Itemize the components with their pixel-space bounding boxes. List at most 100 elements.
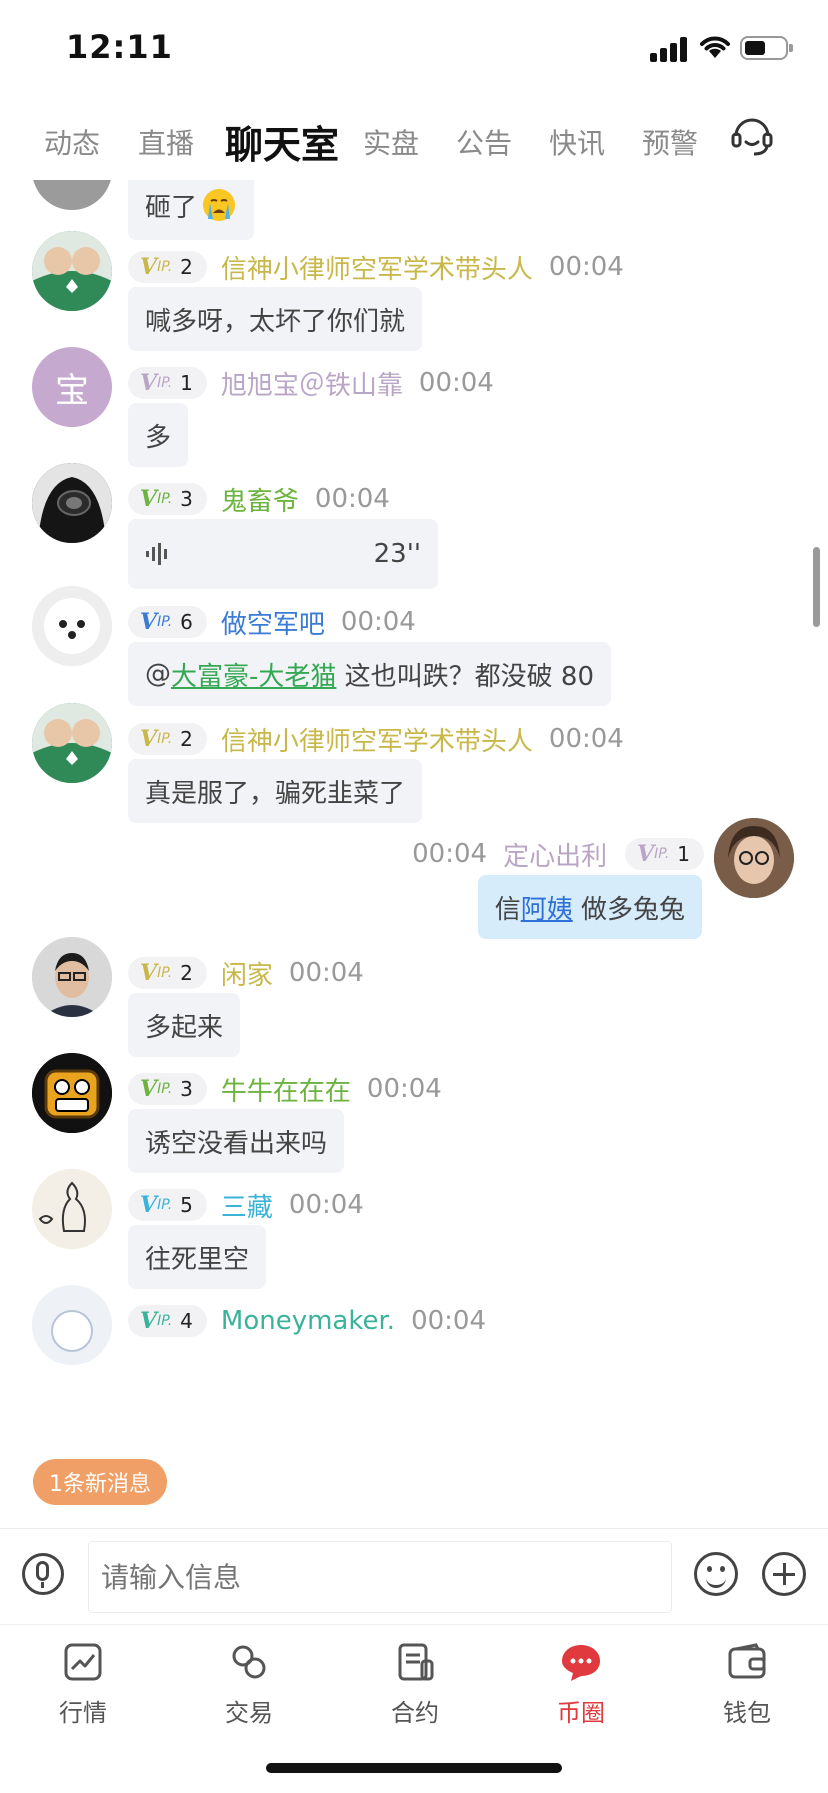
message-meta: V IP. 2 闲家 00:04 [128,955,364,991]
nav-item-jiaoyi[interactable]: 交易 [166,1625,332,1735]
chat-message-list[interactable]: 砸了 V IP. 2 信神小律师空军学术带头人 00:04 喊多呀，太坏了你们就 宝… [0,180,828,1528]
avatar[interactable] [32,1169,112,1249]
message-bubble[interactable]: 砸了 [128,180,255,240]
message-meta: V IP. 3 牛牛在在在 00:04 [128,1071,442,1107]
nav-item-biquan[interactable]: 币圈 [498,1625,664,1735]
avatar-letter: 宝 [55,370,89,411]
mention-link[interactable]: 阿姨 [521,889,573,926]
message-text-post: 做多兔兔 [572,894,685,925]
vip-level: 1 [677,842,690,866]
voice-duration: 23'' [373,539,421,569]
emoji-icon[interactable] [694,1552,738,1596]
message-bubble[interactable]: 多 [128,403,189,467]
message-bubble[interactable]: 往死里空 [128,1225,267,1289]
nav-item-heyue[interactable]: 合约 [332,1625,498,1735]
vip-level: 1 [180,371,193,395]
avatar[interactable] [32,1053,112,1133]
vip-mark: V [140,370,158,396]
message-input-bar [0,1528,828,1625]
message-text: 往死里空 [145,1244,250,1275]
message-meta: V IP. 6 做空军吧 00:04 [128,604,416,640]
avatar[interactable] [32,703,112,783]
tab-shipan[interactable]: 实盘 [363,122,419,162]
vip-sub: IP. [157,259,173,275]
avatar[interactable]: 宝 [32,347,112,427]
sender-name[interactable]: 信神小律师空军学术带头人 [221,249,533,286]
message-time: 00:04 [412,839,488,869]
avatar[interactable] [32,1285,112,1365]
tab-zhibo[interactable]: 直播 [138,122,194,162]
message-bubble[interactable]: 多起来 [128,993,241,1057]
message-bubble[interactable]: 诱空没看出来吗 [128,1109,345,1173]
wallet-icon [728,1643,766,1679]
sender-name[interactable]: 鬼畜爷 [221,481,299,518]
vip-mark: V [140,486,158,512]
vip-level: 3 [180,487,193,511]
wifi-icon [700,36,730,58]
vip-mark: V [140,726,158,752]
message-meta: V IP. 2 信神小律师空军学术带头人 00:04 [128,721,624,757]
message-time: 00:04 [411,1306,486,1336]
vip-badge: V IP. 6 [128,606,207,638]
message-text: 多 [145,422,172,453]
vip-mark: V [140,1192,158,1218]
message-bubble[interactable]: 真是服了，骗死韭菜了 [128,759,423,823]
message-time: 00:04 [548,724,624,754]
sender-name[interactable]: 牛牛在在在 [221,1071,351,1108]
scroll-indicator[interactable] [813,547,820,627]
vip-sub: IP. [157,965,173,981]
avatar[interactable] [32,180,112,210]
message-time: 00:04 [314,484,390,514]
vip-mark: V [140,1308,158,1334]
sender-name[interactable]: 三藏 [221,1187,273,1224]
nav-item-hangqing[interactable]: 行情 [0,1625,166,1735]
avatar[interactable] [32,463,112,543]
vip-level: 2 [180,255,193,279]
sender-name[interactable]: 旭旭宝＠铁山靠 [221,365,403,402]
vip-mark: V [140,960,158,986]
message-input[interactable] [88,1541,672,1613]
tab-yujing[interactable]: 预警 [642,122,698,162]
sender-name[interactable]: Moneymaker. [221,1306,395,1336]
message-bubble[interactable]: @ 大富豪-大老猫 这也叫跌？都没破 80 [128,642,612,706]
vip-level: 2 [180,961,193,985]
avatar[interactable] [714,818,794,898]
message-meta: 00:04 定心出利 V IP. 1 [412,836,704,872]
vip-sub: IP. [157,375,173,391]
avatar[interactable] [32,586,112,666]
voice-wave-icon [146,543,167,565]
vip-badge: V IP. 3 [128,1073,207,1105]
microphone-icon[interactable] [22,1553,64,1595]
vip-badge: V IP. 3 [128,483,207,515]
tab-gonggao[interactable]: 公告 [456,122,512,162]
message-text: 真是服了，骗死韭菜了 [145,778,406,809]
vip-level: 2 [180,727,193,751]
mention-link[interactable]: 大富豪-大老猫 [171,656,336,693]
new-message-badge[interactable]: 1条新消息 [33,1459,167,1505]
status-bar: 12:11 [0,0,828,100]
avatar[interactable] [32,937,112,1017]
message-text: 喊多呀，太坏了你们就 [145,306,406,337]
sender-name[interactable]: 闲家 [221,955,273,992]
sender-name[interactable]: 做空军吧 [221,604,325,641]
message-text: 多起来 [145,1012,224,1043]
message-bubble[interactable]: 喊多呀，太坏了你们就 [128,287,423,351]
sender-name[interactable]: 定心出利 [503,836,607,873]
customer-service-icon[interactable] [728,112,776,160]
message-time: 00:04 [418,368,494,398]
add-attachment-icon[interactable] [762,1552,806,1596]
sender-name[interactable]: 信神小律师空军学术带头人 [221,721,533,758]
chat-bubble-icon [562,1645,600,1681]
voice-message-bubble[interactable]: 23'' [128,519,438,589]
tab-dongtai[interactable]: 动态 [44,122,100,162]
vip-badge: V IP. 2 [128,957,207,989]
vip-sub: IP. [157,491,173,507]
avatar[interactable] [32,231,112,311]
my-message-bubble[interactable]: 信阿姨 做多兔兔 [477,875,702,939]
vip-mark: V [140,254,158,280]
tab-chatroom[interactable]: 聊天室 [225,114,339,169]
cellular-signal-icon [650,36,690,62]
home-indicator[interactable] [266,1763,562,1773]
tab-kuaixun[interactable]: 快讯 [549,122,605,162]
nav-item-qianbao[interactable]: 钱包 [664,1625,828,1735]
